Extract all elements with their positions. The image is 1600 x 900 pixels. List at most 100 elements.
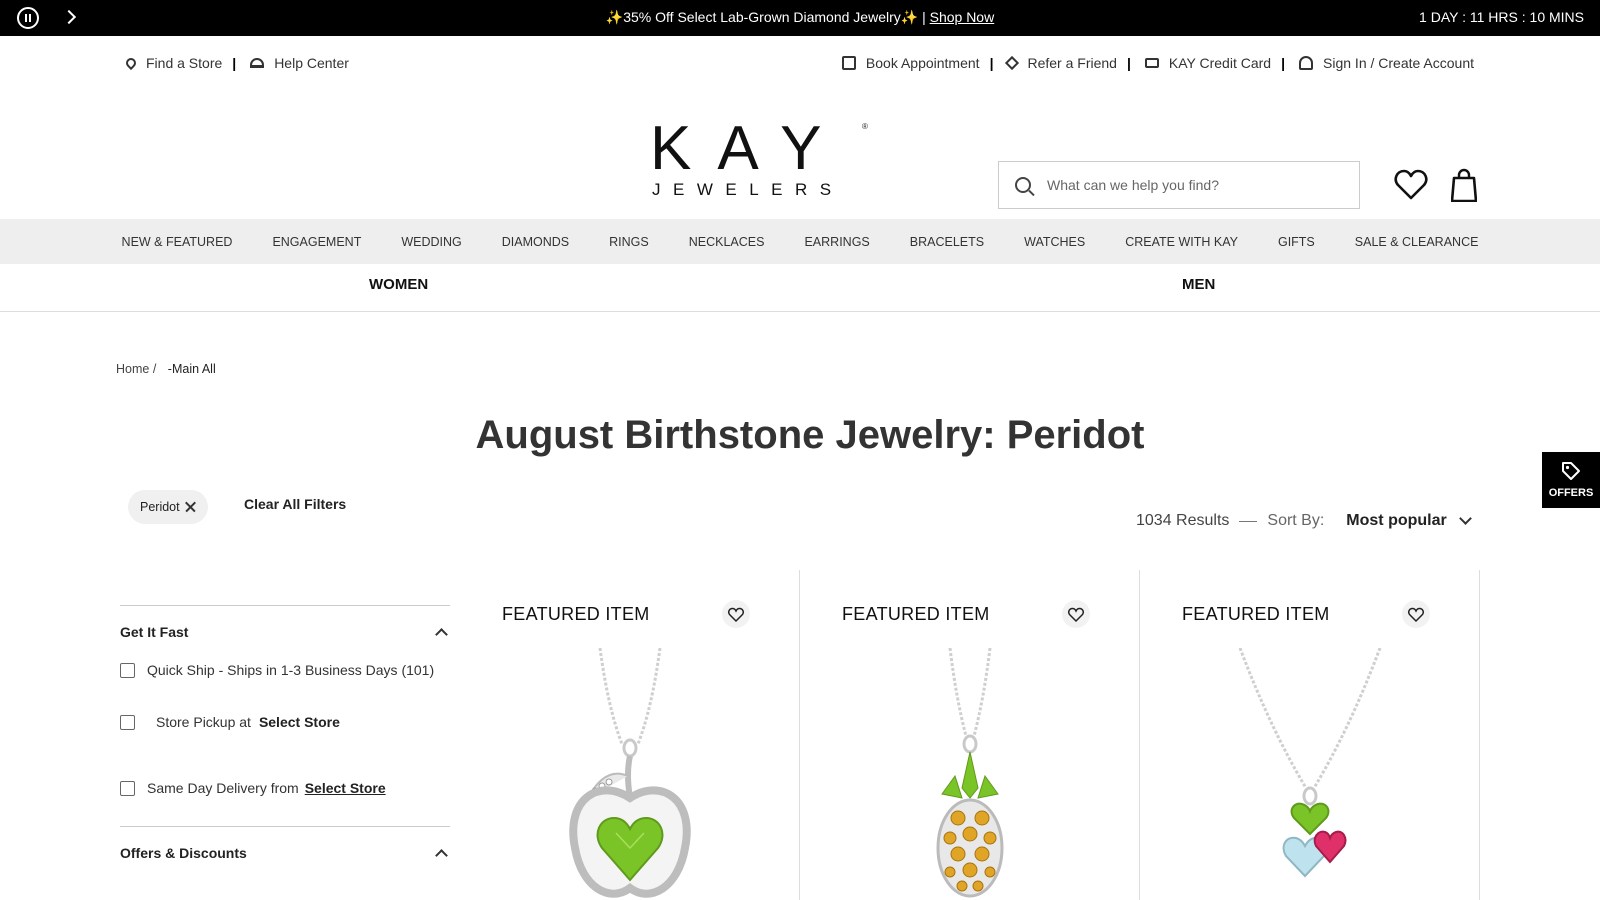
facet-get-it-fast[interactable]: Get It Fast [120, 606, 450, 658]
product-card[interactable]: FEATURED ITEM [1140, 570, 1480, 900]
separator: | [1126, 55, 1131, 71]
filter-same-day[interactable]: Same Day Delivery from Select Store [120, 780, 450, 796]
offers-tab[interactable]: OFFERS [1542, 452, 1600, 508]
nav-rings[interactable]: RINGS [609, 235, 649, 249]
chevron-up-icon[interactable] [435, 628, 448, 641]
select-store-link[interactable]: Select Store [305, 780, 386, 796]
product-image-apple-pendant[interactable] [530, 648, 730, 900]
nav-diamonds[interactable]: DIAMONDS [502, 235, 569, 249]
page-title: August Birthstone Jewelry: Peridot [475, 413, 1145, 457]
separator: | [989, 55, 994, 71]
find-store-label: Find a Store [146, 55, 223, 71]
offers-label: OFFERS [1548, 487, 1594, 499]
credit-card-icon [1144, 58, 1159, 68]
gender-tabs: WOMEN MEN [0, 264, 1600, 312]
nav-watches[interactable]: WATCHES [1024, 235, 1085, 249]
active-filter-chip[interactable]: Peridot [128, 490, 208, 524]
product-card[interactable]: FEATURED ITEM [800, 570, 1140, 900]
user-icon [1299, 56, 1314, 70]
select-store-link[interactable]: Select Store [259, 714, 340, 730]
chevron-up-icon[interactable] [435, 849, 448, 862]
tab-men[interactable]: MEN [1182, 276, 1215, 293]
featured-badge: FEATURED ITEM [502, 604, 650, 624]
shop-now-link[interactable]: Shop Now [930, 9, 995, 25]
utility-nav-left: Find a Store | Help Center [123, 55, 349, 71]
credit-card-label: KAY Credit Card [1168, 55, 1272, 71]
promo-text: ✨35% Off Select Lab-Grown Diamond Jewelr… [605, 9, 926, 25]
sign-in-link[interactable]: Sign In / Create Account [1299, 55, 1474, 71]
divider [1479, 570, 1480, 900]
shopping-bag-icon[interactable] [1451, 168, 1477, 202]
filter-label: Store Pickup at [156, 714, 251, 730]
sort-label: Sort By: [1267, 512, 1325, 529]
promo-bar: ✨35% Off Select Lab-Grown Diamond Jewelr… [0, 0, 1600, 36]
category-nav: NEW & FEATURED ENGAGEMENT WEDDING DIAMON… [0, 219, 1600, 264]
wishlist-heart-icon[interactable] [1062, 600, 1090, 628]
divider [1239, 520, 1258, 522]
results-count: 1034 Results [1136, 512, 1230, 529]
credit-card-link[interactable]: KAY Credit Card [1144, 55, 1272, 71]
nav-gifts[interactable]: GIFTS [1278, 235, 1315, 249]
close-icon[interactable] [184, 501, 196, 513]
search-input[interactable] [1047, 177, 1337, 193]
service-bell-icon [250, 58, 265, 68]
logo-subtitle: JEWELERS [652, 180, 844, 199]
facet-title: Offers & Discounts [120, 845, 247, 861]
kay-logo[interactable]: KAY JEWELERS ® [650, 118, 870, 200]
search-box [998, 161, 1360, 209]
help-center-label: Help Center [274, 55, 349, 71]
refer-friend-link[interactable]: Refer a Friend [1005, 55, 1117, 71]
find-store-link[interactable]: Find a Store [123, 55, 223, 71]
nav-necklaces[interactable]: NECKLACES [689, 235, 765, 249]
filter-store-pickup[interactable]: Store Pickup at Select Store [120, 714, 450, 730]
promo-countdown: 1 DAY : 11 HRS : 10 MINS [1419, 9, 1584, 25]
price-tag-icon [1562, 462, 1580, 480]
sign-in-label: Sign In / Create Account [1323, 55, 1474, 71]
featured-badge: FEATURED ITEM [842, 604, 990, 624]
calendar-icon [841, 56, 856, 70]
active-filter-label: Peridot [140, 500, 180, 514]
separator: | [1281, 55, 1286, 71]
filter-quick-ship[interactable]: Quick Ship - Ships in 1-3 Business Days … [120, 662, 450, 678]
facet-offers-discounts[interactable]: Offers & Discounts [120, 827, 450, 879]
breadcrumb-home[interactable]: Home [116, 362, 149, 376]
clear-all-filters-button[interactable]: Clear All Filters [244, 496, 346, 512]
registered-mark: ® [862, 122, 868, 131]
wishlist-heart-icon[interactable] [722, 600, 750, 628]
location-pin-icon [123, 55, 139, 71]
checkbox[interactable] [120, 662, 135, 678]
checkbox[interactable] [120, 714, 135, 730]
facet-title: Get It Fast [120, 624, 189, 640]
sort-dropdown[interactable]: Most popular [1346, 512, 1446, 530]
checkbox[interactable] [120, 780, 135, 796]
wishlist-heart-icon[interactable] [1394, 168, 1428, 202]
product-image-gemstone-cluster-pendant[interactable] [1210, 648, 1410, 900]
search-icon[interactable] [1015, 177, 1031, 193]
wishlist-heart-icon[interactable] [1402, 600, 1430, 628]
product-image-pineapple-pendant[interactable] [870, 648, 1070, 900]
nav-engagement[interactable]: ENGAGEMENT [272, 235, 361, 249]
diamond-icon [1005, 55, 1020, 71]
book-appointment-link[interactable]: Book Appointment [841, 55, 980, 71]
nav-new-featured[interactable]: NEW & FEATURED [122, 235, 233, 249]
filter-label: Quick Ship - Ships in 1-3 Business Days … [147, 662, 435, 678]
breadcrumb: Home / -Main All [116, 362, 216, 376]
filter-sidebar: Get It Fast Quick Ship - Ships in 1-3 Bu… [120, 605, 450, 879]
separator: | [232, 55, 237, 71]
tab-women[interactable]: WOMEN [369, 276, 428, 293]
product-card[interactable]: FEATURED ITEM [460, 570, 800, 900]
nav-earrings[interactable]: EARRINGS [804, 235, 869, 249]
logo-wordmark: KAY [650, 114, 848, 183]
nav-sale-clearance[interactable]: SALE & CLEARANCE [1355, 235, 1479, 249]
help-center-link[interactable]: Help Center [250, 55, 349, 71]
refer-friend-label: Refer a Friend [1027, 55, 1117, 71]
book-appointment-label: Book Appointment [865, 55, 980, 71]
nav-wedding[interactable]: WEDDING [401, 235, 461, 249]
nav-bracelets[interactable]: BRACELETS [910, 235, 984, 249]
chevron-down-icon[interactable] [1458, 512, 1472, 525]
promo-message: ✨35% Off Select Lab-Grown Diamond Jewelr… [0, 9, 1600, 26]
filter-label: Same Day Delivery from [147, 780, 299, 796]
nav-create-with-kay[interactable]: CREATE WITH KAY [1125, 235, 1238, 249]
utility-nav-right: Book Appointment | Refer a Friend | KAY … [841, 55, 1474, 71]
breadcrumb-current: -Main All [167, 362, 216, 376]
